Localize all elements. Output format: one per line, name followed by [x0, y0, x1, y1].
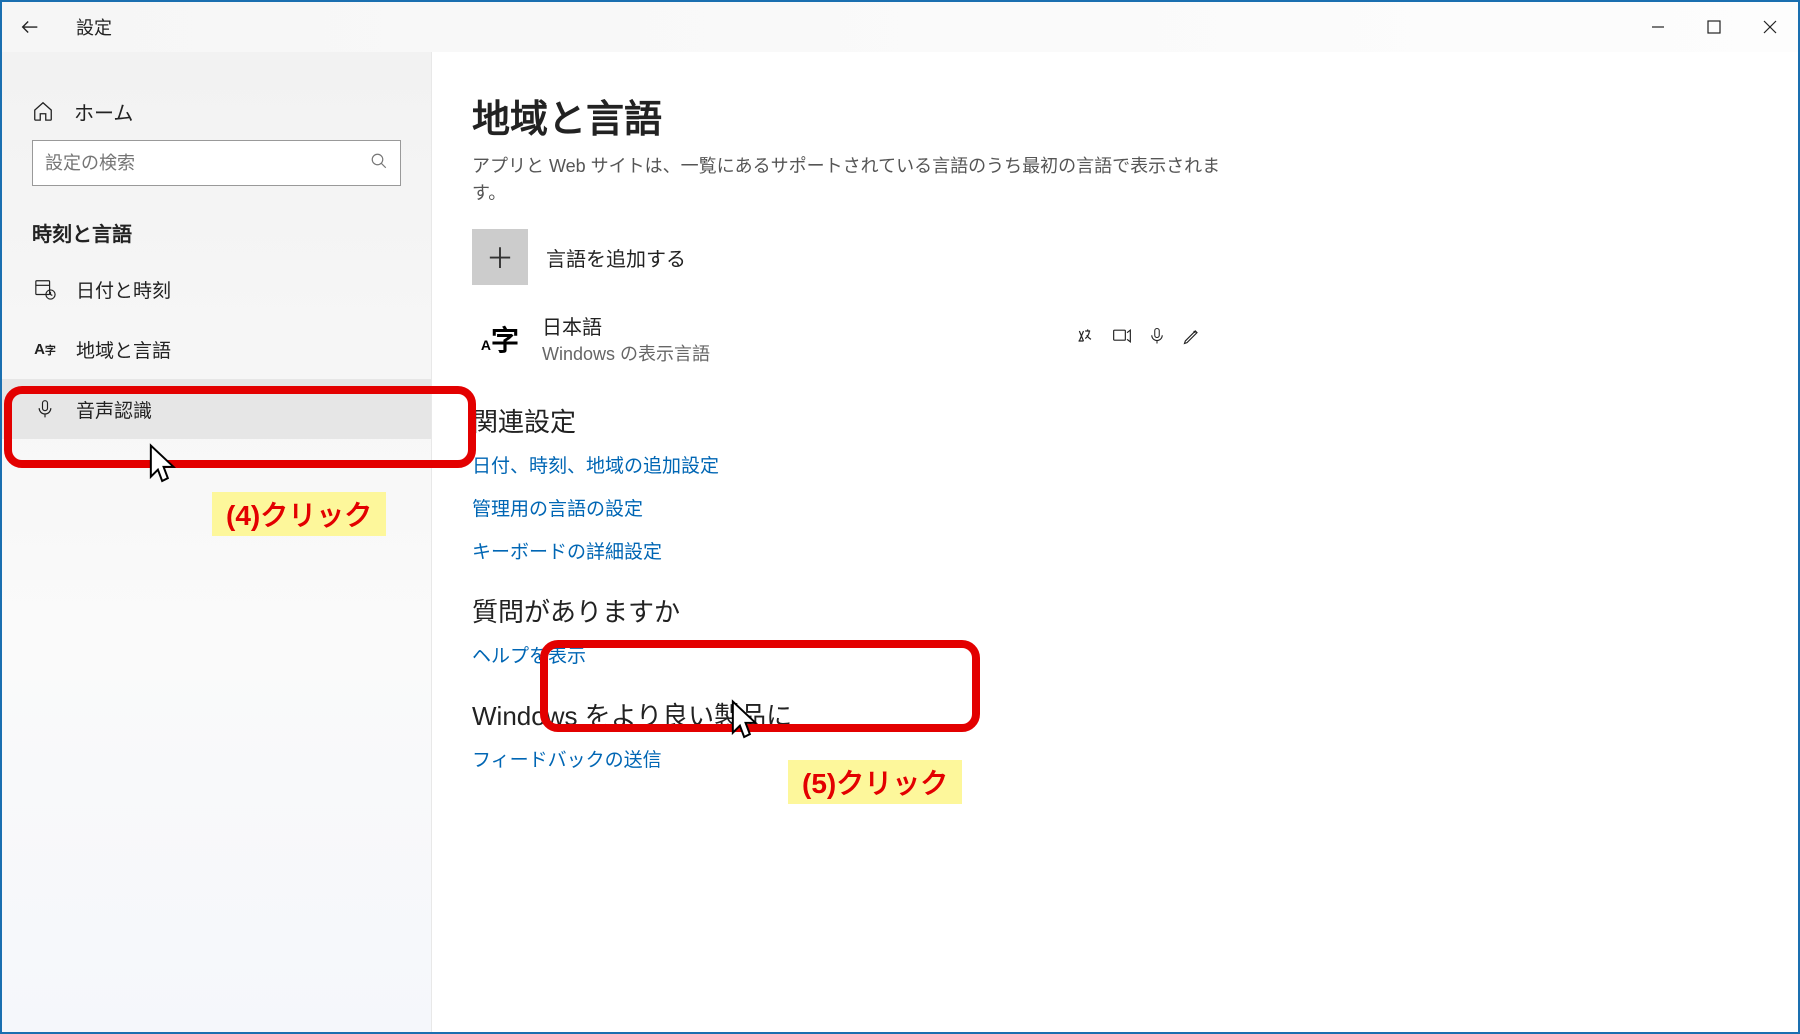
main-content: 地域と言語 アプリと Web サイトは、一覧にあるサポートされている言語のうち最… [432, 52, 1798, 1032]
language-icon: A字 [32, 341, 58, 358]
window-controls [1630, 2, 1798, 52]
speech-icon [1148, 326, 1166, 352]
language-feature-icons [1076, 326, 1202, 352]
back-button[interactable] [2, 2, 58, 52]
annotation-label-step4: (4)クリック [212, 492, 386, 536]
window-title: 設定 [76, 14, 112, 40]
language-entry[interactable]: A字 日本語 Windows の表示言語 [472, 311, 1202, 366]
language-glyph-icon: A字 [472, 319, 528, 359]
language-subtitle: Windows の表示言語 [542, 340, 710, 366]
link-additional-date-time-region[interactable]: 日付、時刻、地域の追加設定 [472, 451, 1738, 478]
sidebar-item-speech[interactable]: 音声認識 [2, 379, 431, 439]
annotation-label-step5: (5)クリック [788, 760, 962, 804]
link-send-feedback[interactable]: フィードバックの送信 [472, 745, 1738, 772]
minimize-button[interactable] [1630, 2, 1686, 52]
home-link[interactable]: ホーム [2, 82, 431, 140]
sidebar-item-region-language[interactable]: A字 地域と言語 [2, 319, 431, 379]
page-title: 地域と言語 [472, 88, 1738, 143]
plus-icon: ＋ [472, 229, 528, 285]
titlebar: 設定 [2, 2, 1798, 52]
page-subtitle: アプリと Web サイトは、一覧にあるサポートされている言語のうち最初の言語で表… [472, 153, 1232, 207]
add-language-label: 言語を追加する [546, 243, 686, 272]
improve-heading: Windows をより良い製品に [472, 696, 1738, 733]
sidebar-item-label: 地域と言語 [76, 336, 171, 363]
sidebar-item-date-time[interactable]: 日付と時刻 [2, 259, 431, 319]
search-wrap [2, 140, 431, 204]
text-to-speech-icon [1112, 326, 1132, 352]
questions-heading: 質問がありますか [472, 592, 1738, 629]
home-icon [32, 100, 54, 122]
sidebar-section-heading: 時刻と言語 [2, 204, 431, 259]
handwriting-icon [1182, 326, 1202, 352]
search-icon [370, 152, 388, 175]
related-settings-heading: 関連設定 [472, 402, 1738, 439]
link-admin-language-settings[interactable]: 管理用の言語の設定 [472, 494, 1738, 521]
home-label: ホーム [74, 97, 133, 126]
calendar-clock-icon [32, 278, 58, 300]
search-box[interactable] [32, 140, 401, 186]
sidebar-item-label: 音声認識 [76, 396, 152, 423]
link-show-help[interactable]: ヘルプを表示 [472, 641, 1738, 668]
display-language-icon [1076, 326, 1096, 352]
close-button[interactable] [1742, 2, 1798, 52]
microphone-icon [32, 398, 58, 420]
sidebar-item-label: 日付と時刻 [76, 276, 171, 303]
link-advanced-keyboard-settings[interactable]: キーボードの詳細設定 [472, 537, 1738, 564]
language-name: 日本語 [542, 311, 710, 340]
sidebar: ホーム 時刻と言語 日付と時刻 A字 [2, 52, 432, 1032]
language-text: 日本語 Windows の表示言語 [542, 311, 710, 366]
body: ホーム 時刻と言語 日付と時刻 A字 [2, 52, 1798, 1032]
search-input[interactable] [45, 153, 370, 174]
add-language-button[interactable]: ＋ 言語を追加する [472, 229, 1738, 285]
maximize-button[interactable] [1686, 2, 1742, 52]
